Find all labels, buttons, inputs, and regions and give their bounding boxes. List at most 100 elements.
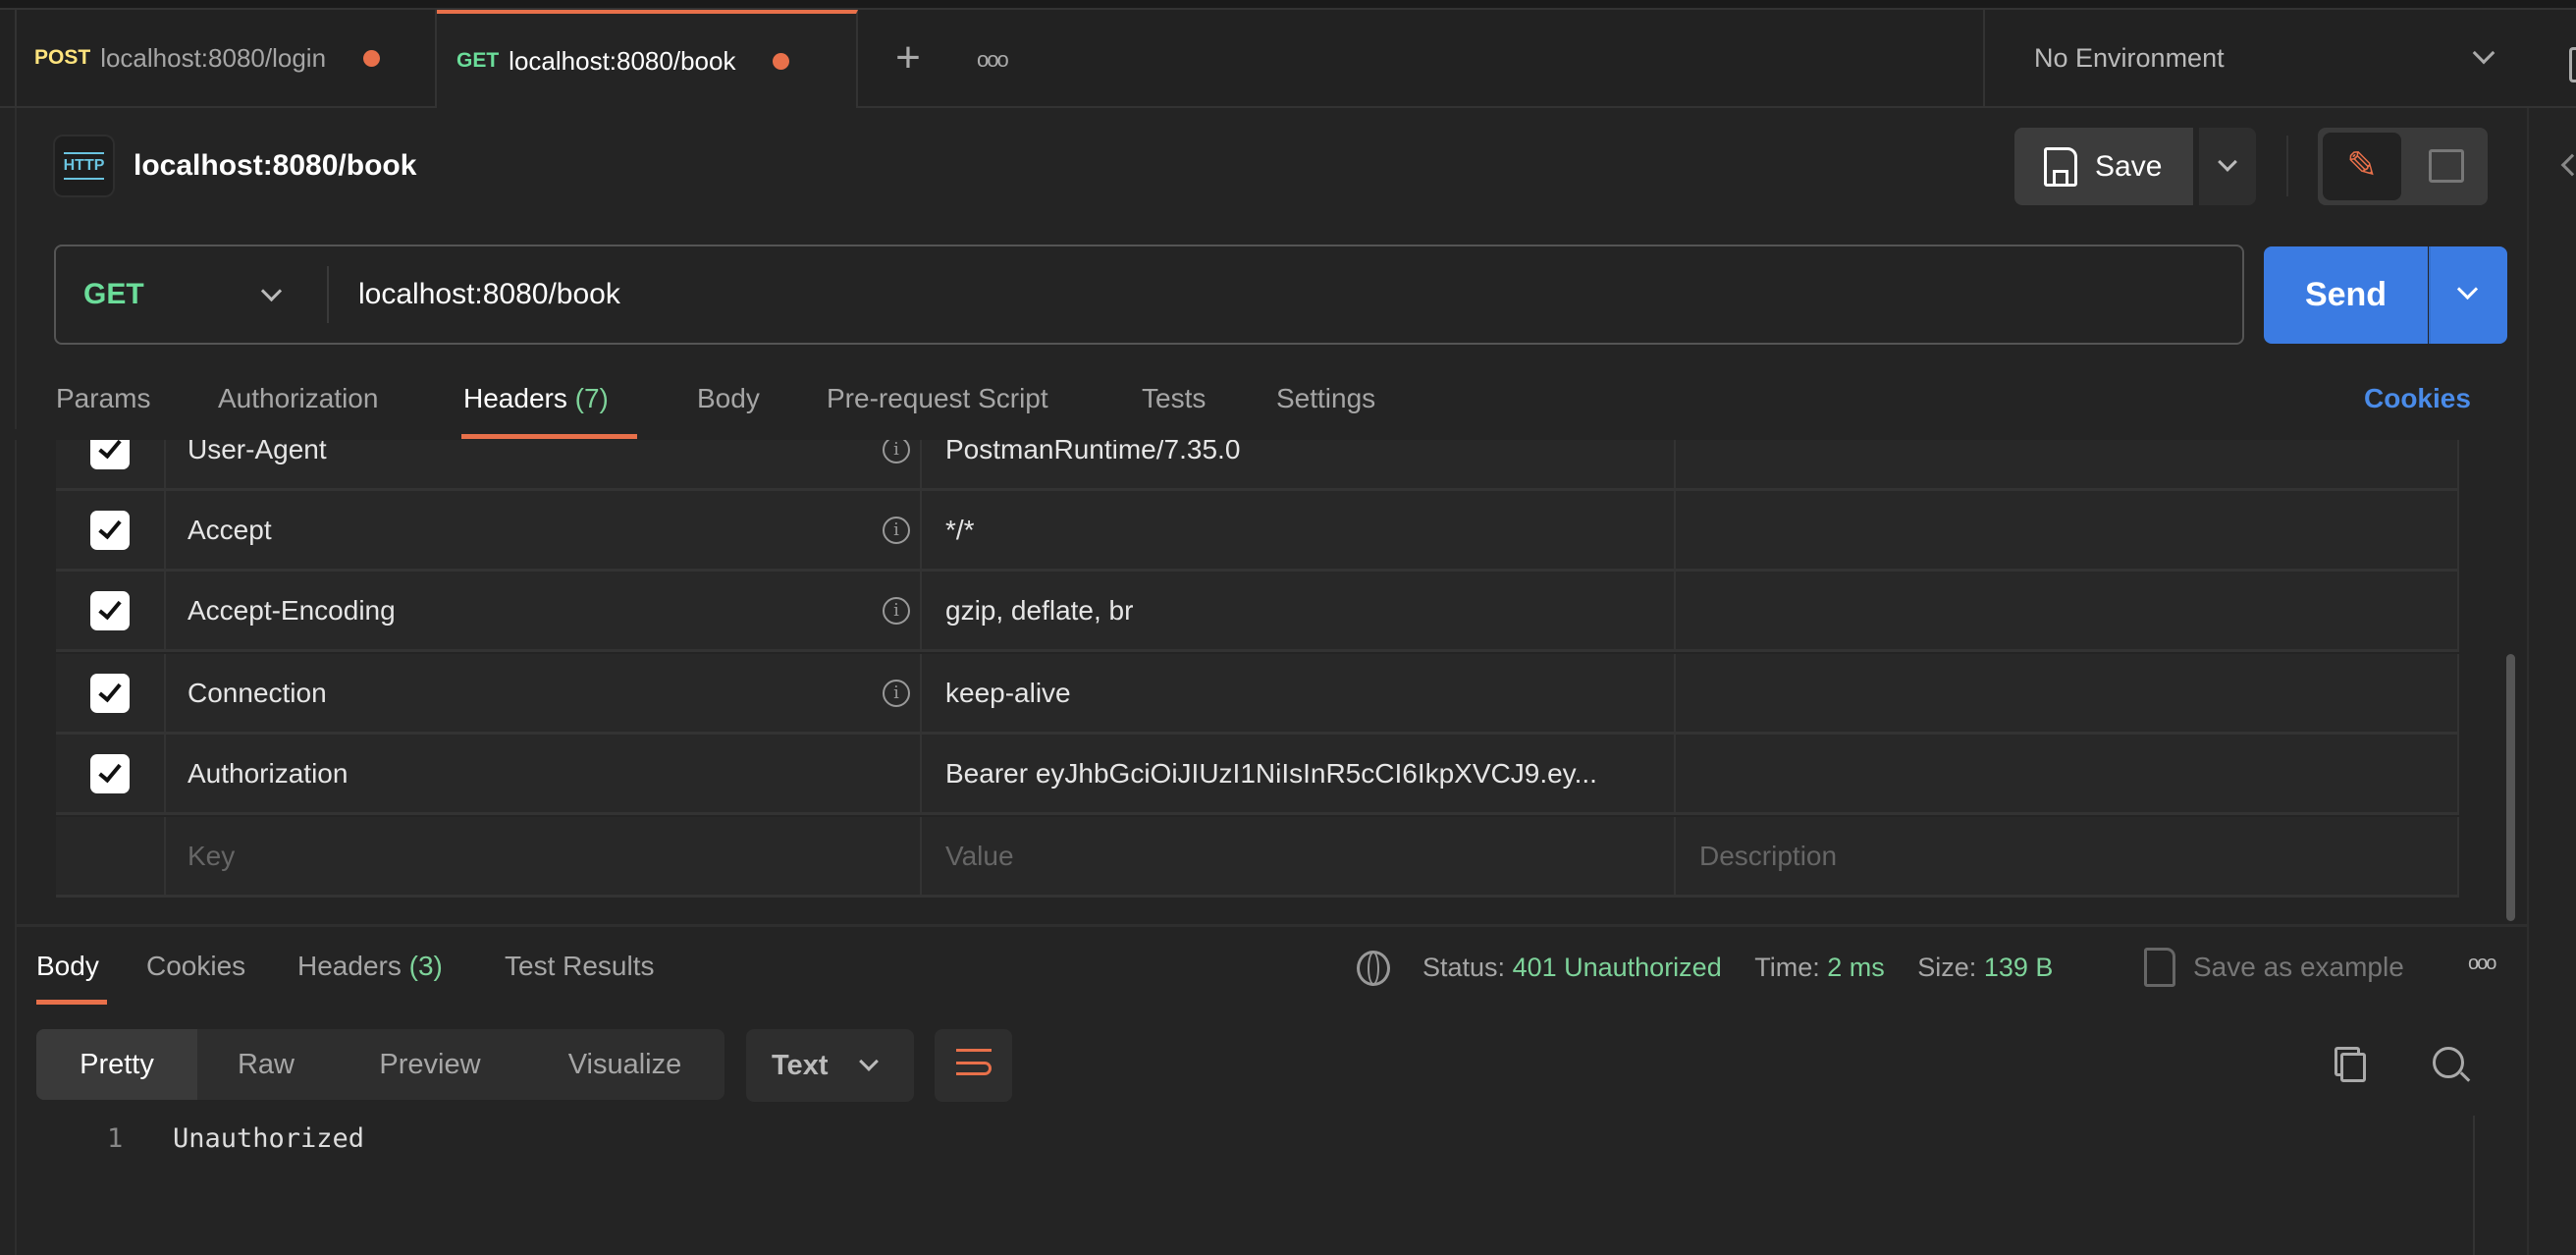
- new-header-row: Key Value Description: [56, 817, 2459, 898]
- response-tab-test-results[interactable]: Test Results: [505, 951, 655, 982]
- header-key[interactable]: Accept i: [166, 491, 922, 569]
- tab-url: localhost:8080/login: [100, 42, 327, 73]
- line-number: 1: [107, 1123, 124, 1154]
- request-tab-underline: [461, 434, 637, 439]
- chevron-down-icon: [2218, 152, 2237, 172]
- url-bar: GET localhost:8080/book: [54, 245, 2244, 345]
- header-value[interactable]: PostmanRuntime/7.35.0: [922, 440, 1676, 488]
- comments-icon[interactable]: [2429, 149, 2464, 183]
- globe-icon[interactable]: [1357, 951, 1390, 986]
- send-options-dropdown[interactable]: [2429, 246, 2507, 344]
- header-enabled-checkbox[interactable]: [56, 735, 166, 812]
- copy-icon[interactable]: [2340, 1053, 2366, 1082]
- tab-pre-request-script[interactable]: Pre-request Script: [827, 383, 1048, 414]
- checkmark-icon: [90, 753, 130, 793]
- header-row: Accept-Encoding i gzip, deflate, br: [56, 572, 2459, 652]
- request-title[interactable]: localhost:8080/book: [134, 149, 416, 183]
- save-as-example-button[interactable]: Save as example: [2144, 945, 2404, 990]
- method-selector[interactable]: GET: [56, 246, 327, 343]
- more-tabs-icon[interactable]: ooo: [977, 47, 1009, 73]
- tab-get-book[interactable]: GET localhost:8080/book: [437, 10, 858, 108]
- header-description[interactable]: [1676, 735, 2459, 812]
- info-icon[interactable]: i: [883, 516, 910, 544]
- method-label: POST: [34, 46, 91, 69]
- tab-url: localhost:8080/book: [509, 45, 736, 76]
- header-value[interactable]: keep-alive: [922, 654, 1676, 732]
- cookies-link[interactable]: Cookies: [2364, 383, 2471, 414]
- response-tab-headers[interactable]: Headers (3): [297, 951, 443, 982]
- time-value: 2 ms: [1827, 953, 1885, 982]
- header-description[interactable]: [1676, 491, 2459, 569]
- save-button[interactable]: Save: [2014, 128, 2193, 205]
- info-icon[interactable]: i: [883, 679, 910, 707]
- tab-params[interactable]: Params: [56, 383, 150, 414]
- header-value[interactable]: gzip, deflate, br: [922, 572, 1676, 649]
- response-type-dropdown[interactable]: Text: [746, 1029, 914, 1102]
- format-visualize[interactable]: Visualize: [525, 1029, 724, 1100]
- response-tab-cookies[interactable]: Cookies: [146, 951, 245, 982]
- save-disk-icon: [2044, 146, 2077, 187]
- header-value[interactable]: Bearer eyJhbGciOiJIUzI1NiIsInR5cCI6IkpXV…: [922, 735, 1676, 812]
- url-input[interactable]: localhost:8080/book: [358, 246, 620, 343]
- header-key[interactable]: Accept-Encoding i: [166, 572, 922, 649]
- headers-scrollbar[interactable]: [2506, 654, 2515, 921]
- info-icon[interactable]: i: [883, 596, 910, 625]
- environment-label: No Environment: [2034, 42, 2225, 73]
- tab-post-login[interactable]: POST localhost:8080/login: [17, 10, 437, 106]
- unsaved-dot-icon: [363, 49, 381, 67]
- header-key[interactable]: User-Agent i: [166, 440, 922, 488]
- header-enabled-checkbox[interactable]: [56, 572, 166, 649]
- new-key-input[interactable]: Key: [166, 817, 922, 895]
- method-label: GET: [456, 49, 500, 72]
- collapse-sidebar-icon[interactable]: [2560, 153, 2576, 177]
- tab-bar: POST localhost:8080/login GET localhost:…: [0, 10, 2576, 108]
- wrap-lines-button[interactable]: [935, 1029, 1012, 1102]
- header-enabled-checkbox[interactable]: [56, 440, 166, 488]
- header-description[interactable]: [1676, 572, 2459, 649]
- header-enabled-checkbox[interactable]: [56, 654, 166, 732]
- save-options-dropdown[interactable]: [2199, 128, 2256, 205]
- header-key[interactable]: Connection i: [166, 654, 922, 732]
- info-icon[interactable]: i: [883, 440, 910, 464]
- checkmark-icon: [90, 440, 130, 469]
- header-value[interactable]: */*: [922, 491, 1676, 569]
- header-row: User-Agent i PostmanRuntime/7.35.0: [56, 440, 2459, 491]
- header-row: Accept i */*: [56, 491, 2459, 572]
- search-icon[interactable]: [2433, 1047, 2471, 1082]
- edit-pencil-button[interactable]: ✎: [2323, 133, 2401, 200]
- checkmark-icon: [90, 510, 130, 550]
- environment-selector[interactable]: No Environment: [1985, 10, 2535, 106]
- size-value: 139 B: [1983, 953, 2054, 982]
- header-enabled-checkbox[interactable]: [56, 491, 166, 569]
- format-preview[interactable]: Preview: [335, 1029, 525, 1100]
- tab-headers[interactable]: Headers (7): [463, 383, 609, 414]
- format-raw[interactable]: Raw: [197, 1029, 335, 1100]
- send-button[interactable]: Send: [2264, 246, 2428, 344]
- status-value: 401 Unauthorized: [1512, 953, 1722, 982]
- format-pretty[interactable]: Pretty: [36, 1029, 197, 1100]
- new-description-input[interactable]: Description: [1676, 817, 2459, 895]
- header-description[interactable]: [1676, 440, 2459, 488]
- header-description[interactable]: [1676, 654, 2459, 732]
- view-toggle-group: ✎: [2318, 128, 2488, 205]
- format-segmented-control: Pretty Raw Preview Visualize: [36, 1029, 724, 1100]
- tab-settings[interactable]: Settings: [1276, 383, 1375, 414]
- window-top-strip: [0, 0, 2576, 10]
- new-tab-plus-icon[interactable]: +: [888, 36, 928, 80]
- checkmark-icon: [90, 590, 130, 630]
- new-value-input[interactable]: Value: [922, 817, 1676, 895]
- response-body-editor[interactable]: 1 Unauthorized: [36, 1116, 2475, 1255]
- environment-quick-look-icon[interactable]: [2569, 47, 2576, 82]
- checkmark-icon: [90, 673, 130, 713]
- header-row: Connection i keep-alive: [56, 654, 2459, 735]
- tab-tests[interactable]: Tests: [1142, 383, 1206, 414]
- more-options-icon[interactable]: ooo: [2468, 953, 2496, 975]
- header-key[interactable]: Authorization: [166, 735, 922, 812]
- response-tab-underline: [36, 1000, 107, 1005]
- headers-table: User-Agent i PostmanRuntime/7.35.0 Accept…: [0, 440, 2576, 901]
- tab-body[interactable]: Body: [697, 383, 760, 414]
- headers-count: (7): [574, 383, 609, 413]
- chevron-down-icon: [859, 1052, 879, 1071]
- tab-authorization[interactable]: Authorization: [218, 383, 378, 414]
- response-tab-body[interactable]: Body: [36, 951, 99, 982]
